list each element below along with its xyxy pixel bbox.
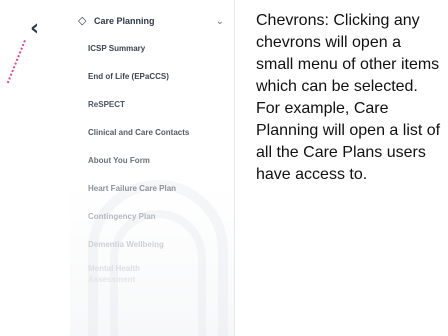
chevron-down-icon[interactable]: ⌄ <box>216 16 224 27</box>
menu-item-icsp-summary[interactable]: ICSP Summary <box>88 44 228 54</box>
care-planning-menu: ◇ Care Planning ⌄ ICSP Summary End of Li… <box>70 0 235 336</box>
description-text: Chevrons: Clicking any chevrons will ope… <box>256 12 441 183</box>
menu-item-contingency-plan[interactable]: Contingency Plan <box>88 212 228 222</box>
menu-item-assessment[interactable]: Assessment <box>88 275 228 285</box>
diamond-icon: ◇ <box>78 14 87 27</box>
menu-item-respect[interactable]: ReSPECT <box>88 100 228 110</box>
menu-item-dementia-wellbeing[interactable]: Dementia Wellbeing <box>88 240 228 250</box>
back-chevron-icon[interactable]: ‹ <box>30 16 54 42</box>
menu-item-end-of-life[interactable]: End of Life (EPaCCS) <box>88 72 228 82</box>
menu-item-heart-failure-care-plan[interactable]: Heart Failure Care Plan <box>88 184 228 194</box>
dotted-connector <box>6 40 26 84</box>
care-planning-menu-header[interactable]: ◇ Care Planning ⌄ <box>78 12 228 30</box>
menu-item-about-you-form[interactable]: About You Form <box>88 156 228 166</box>
menu-header-label: Care Planning <box>94 16 155 26</box>
menu-item-clinical-care-contacts[interactable]: Clinical and Care Contacts <box>88 128 228 138</box>
menu-item-mental-health[interactable]: Mental Health <box>88 264 228 274</box>
